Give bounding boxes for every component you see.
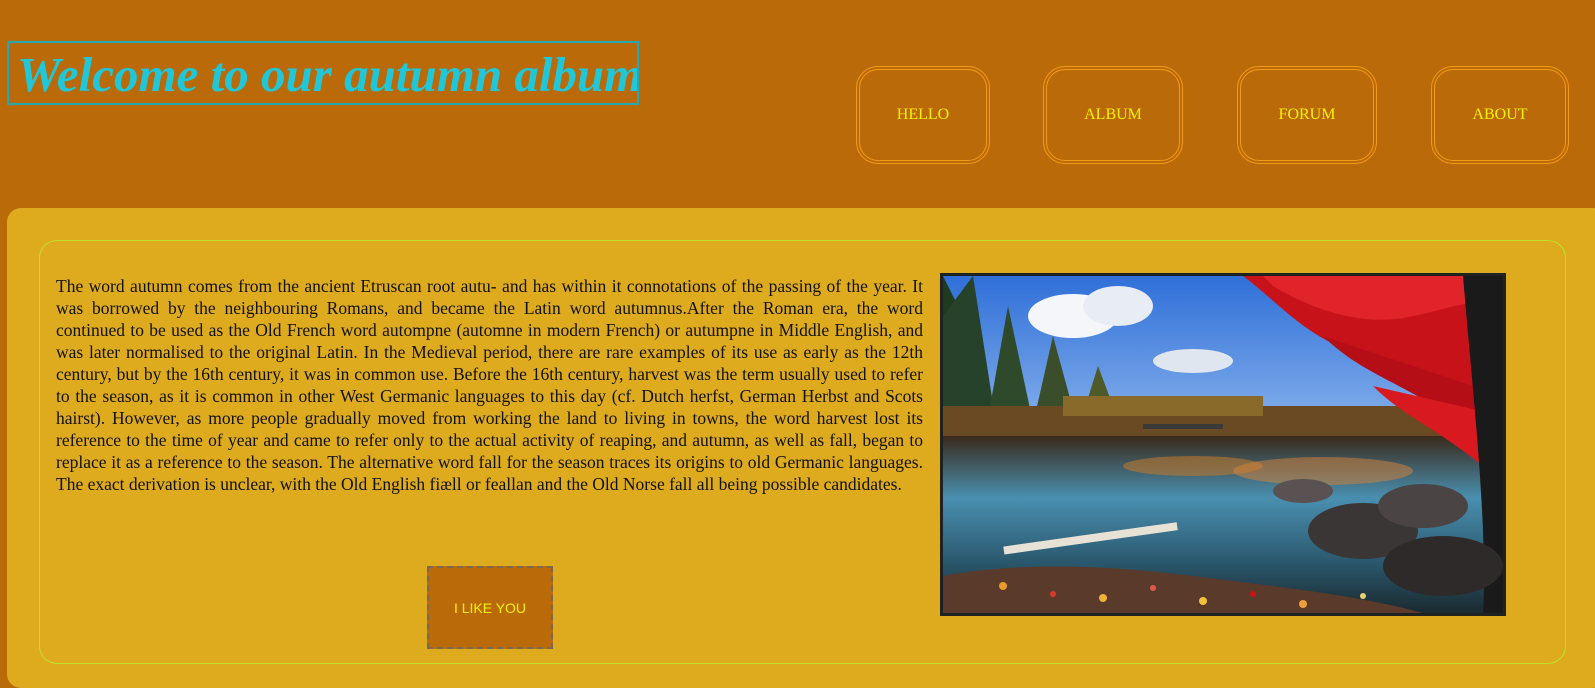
article-frame: The word autumn comes from the ancient E… [39, 240, 1566, 664]
content-panel: The word autumn comes from the ancient E… [7, 208, 1595, 688]
nav-hello-button[interactable]: HELLO [856, 66, 990, 164]
nav-about-button[interactable]: ABOUT [1431, 66, 1569, 164]
autumn-photo [940, 273, 1506, 616]
nav-album-button[interactable]: ALBUM [1043, 66, 1183, 164]
article-text: The word autumn comes from the ancient E… [56, 276, 923, 494]
like-button[interactable]: I LIKE YOU [427, 566, 553, 649]
nav-forum-button[interactable]: FORUM [1237, 66, 1377, 164]
autumn-landscape-image [943, 276, 1503, 613]
site-title: Welcome to our autumn album [7, 41, 639, 105]
